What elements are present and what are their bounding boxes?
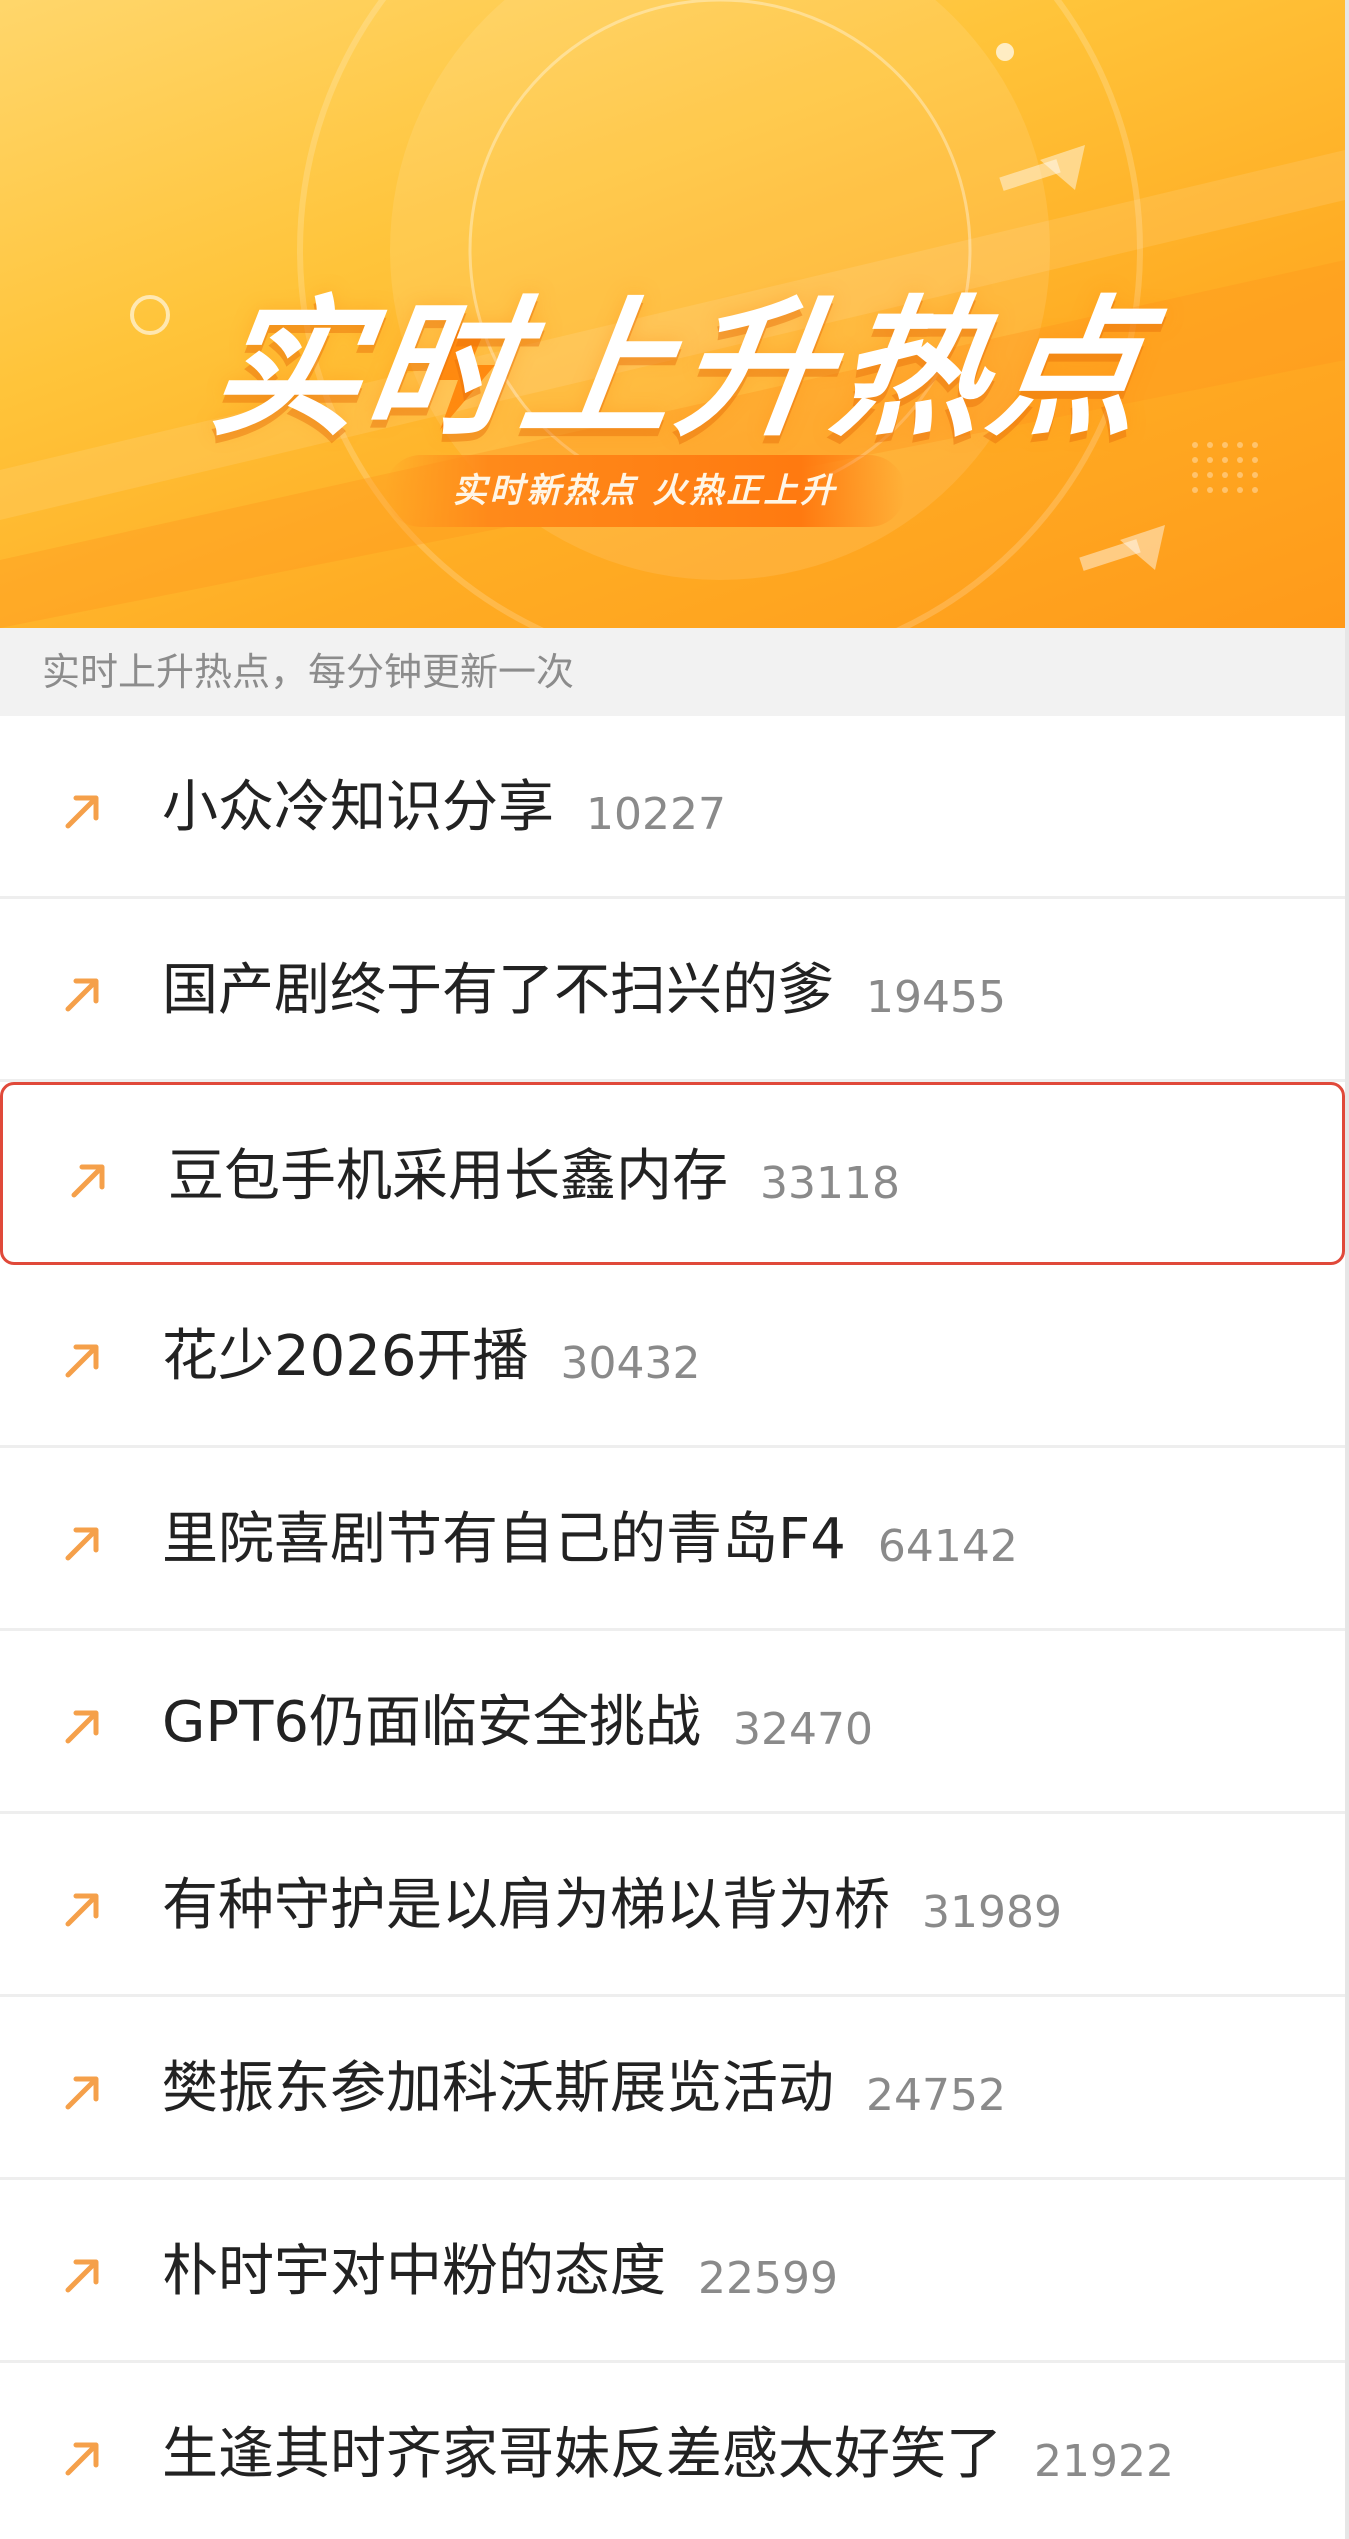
topic-title: 樊振东参加科沃斯展览活动 (162, 2055, 834, 2121)
list-item[interactable]: 国产剧终于有了不扫兴的爹 19455 (0, 899, 1345, 1082)
list-item[interactable]: 生逢其时齐家哥妹反差感太好笑了 21922 (0, 2363, 1345, 2539)
trending-up-arrow-icon (65, 2442, 99, 2476)
trending-up-arrow-icon (65, 1710, 99, 1744)
topic-title: 豆包手机采用长鑫内存 (168, 1143, 728, 1209)
topic-heat-count: 33118 (760, 1157, 900, 1209)
list-item[interactable]: 花少2026开播 30432 (0, 1265, 1345, 1448)
banner-title: 实时上升热点 (199, 283, 1161, 457)
topic-heat-count: 64142 (877, 1520, 1018, 1572)
topic-heat-count: 30432 (560, 1337, 701, 1389)
topic-title: 朴时宇对中粉的态度 (162, 2238, 666, 2304)
trending-up-arrow-icon (65, 2076, 99, 2110)
topic-heat-count: 19455 (866, 971, 1006, 1023)
topic-heat-count: 32470 (733, 1703, 873, 1755)
trending-up-arrow-icon (65, 1344, 99, 1378)
banner-subtitle: 实时新热点 火热正上升 (452, 471, 838, 511)
topic-title: 有种守护是以肩为梯以背为桥 (162, 1872, 890, 1938)
topic-title: 小众冷知识分享 (162, 774, 554, 840)
hot-topic-list: 小众冷知识分享 10227 国产剧终于有了不扫兴的爹 19455 豆包手机采用长… (0, 716, 1345, 2539)
hot-topics-page: 实时上升热点 实时新热点 火热正上升 实时上升热点，每分钟更新一次 小众冷知识分… (0, 0, 1349, 2539)
trending-up-arrow-icon (71, 1164, 105, 1198)
trending-up-arrow-icon (65, 1527, 99, 1561)
topic-heat-count: 22599 (698, 2252, 838, 2304)
list-item-highlighted[interactable]: 豆包手机采用长鑫内存 33118 (0, 1082, 1345, 1265)
trending-up-arrow-icon (65, 795, 99, 829)
info-strip: 实时上升热点，每分钟更新一次 (0, 628, 1345, 716)
topic-heat-count: 21922 (1034, 2435, 1174, 2487)
hero-banner: 实时上升热点 实时新热点 火热正上升 (0, 0, 1345, 628)
right-edge-divider (1345, 0, 1349, 2539)
topic-title: 里院喜剧节有自己的青岛F4 (162, 1506, 846, 1572)
topic-title: 生逢其时齐家哥妹反差感太好笑了 (162, 2421, 1002, 2487)
update-note: 实时上升热点，每分钟更新一次 (42, 650, 575, 694)
topic-title: 花少2026开播 (162, 1323, 529, 1389)
list-item[interactable]: 小众冷知识分享 10227 (0, 716, 1345, 899)
list-item[interactable]: 有种守护是以肩为梯以背为桥 31989 (0, 1814, 1345, 1997)
topic-title: 国产剧终于有了不扫兴的爹 (162, 957, 834, 1023)
list-item[interactable]: GPT6仍面临安全挑战 32470 (0, 1631, 1345, 1814)
list-item[interactable]: 樊振东参加科沃斯展览活动 24752 (0, 1997, 1345, 2180)
trending-up-arrow-icon (65, 1893, 99, 1927)
topic-heat-count: 10227 (586, 788, 726, 840)
list-item[interactable]: 朴时宇对中粉的态度 22599 (0, 2180, 1345, 2363)
topic-heat-count: 31989 (922, 1886, 1062, 1938)
trending-up-arrow-icon (65, 2259, 99, 2293)
topic-title: GPT6仍面临安全挑战 (162, 1689, 701, 1755)
topic-heat-count: 24752 (866, 2069, 1006, 2121)
trending-up-arrow-icon (65, 978, 99, 1012)
list-item[interactable]: 里院喜剧节有自己的青岛F4 64142 (0, 1448, 1345, 1631)
